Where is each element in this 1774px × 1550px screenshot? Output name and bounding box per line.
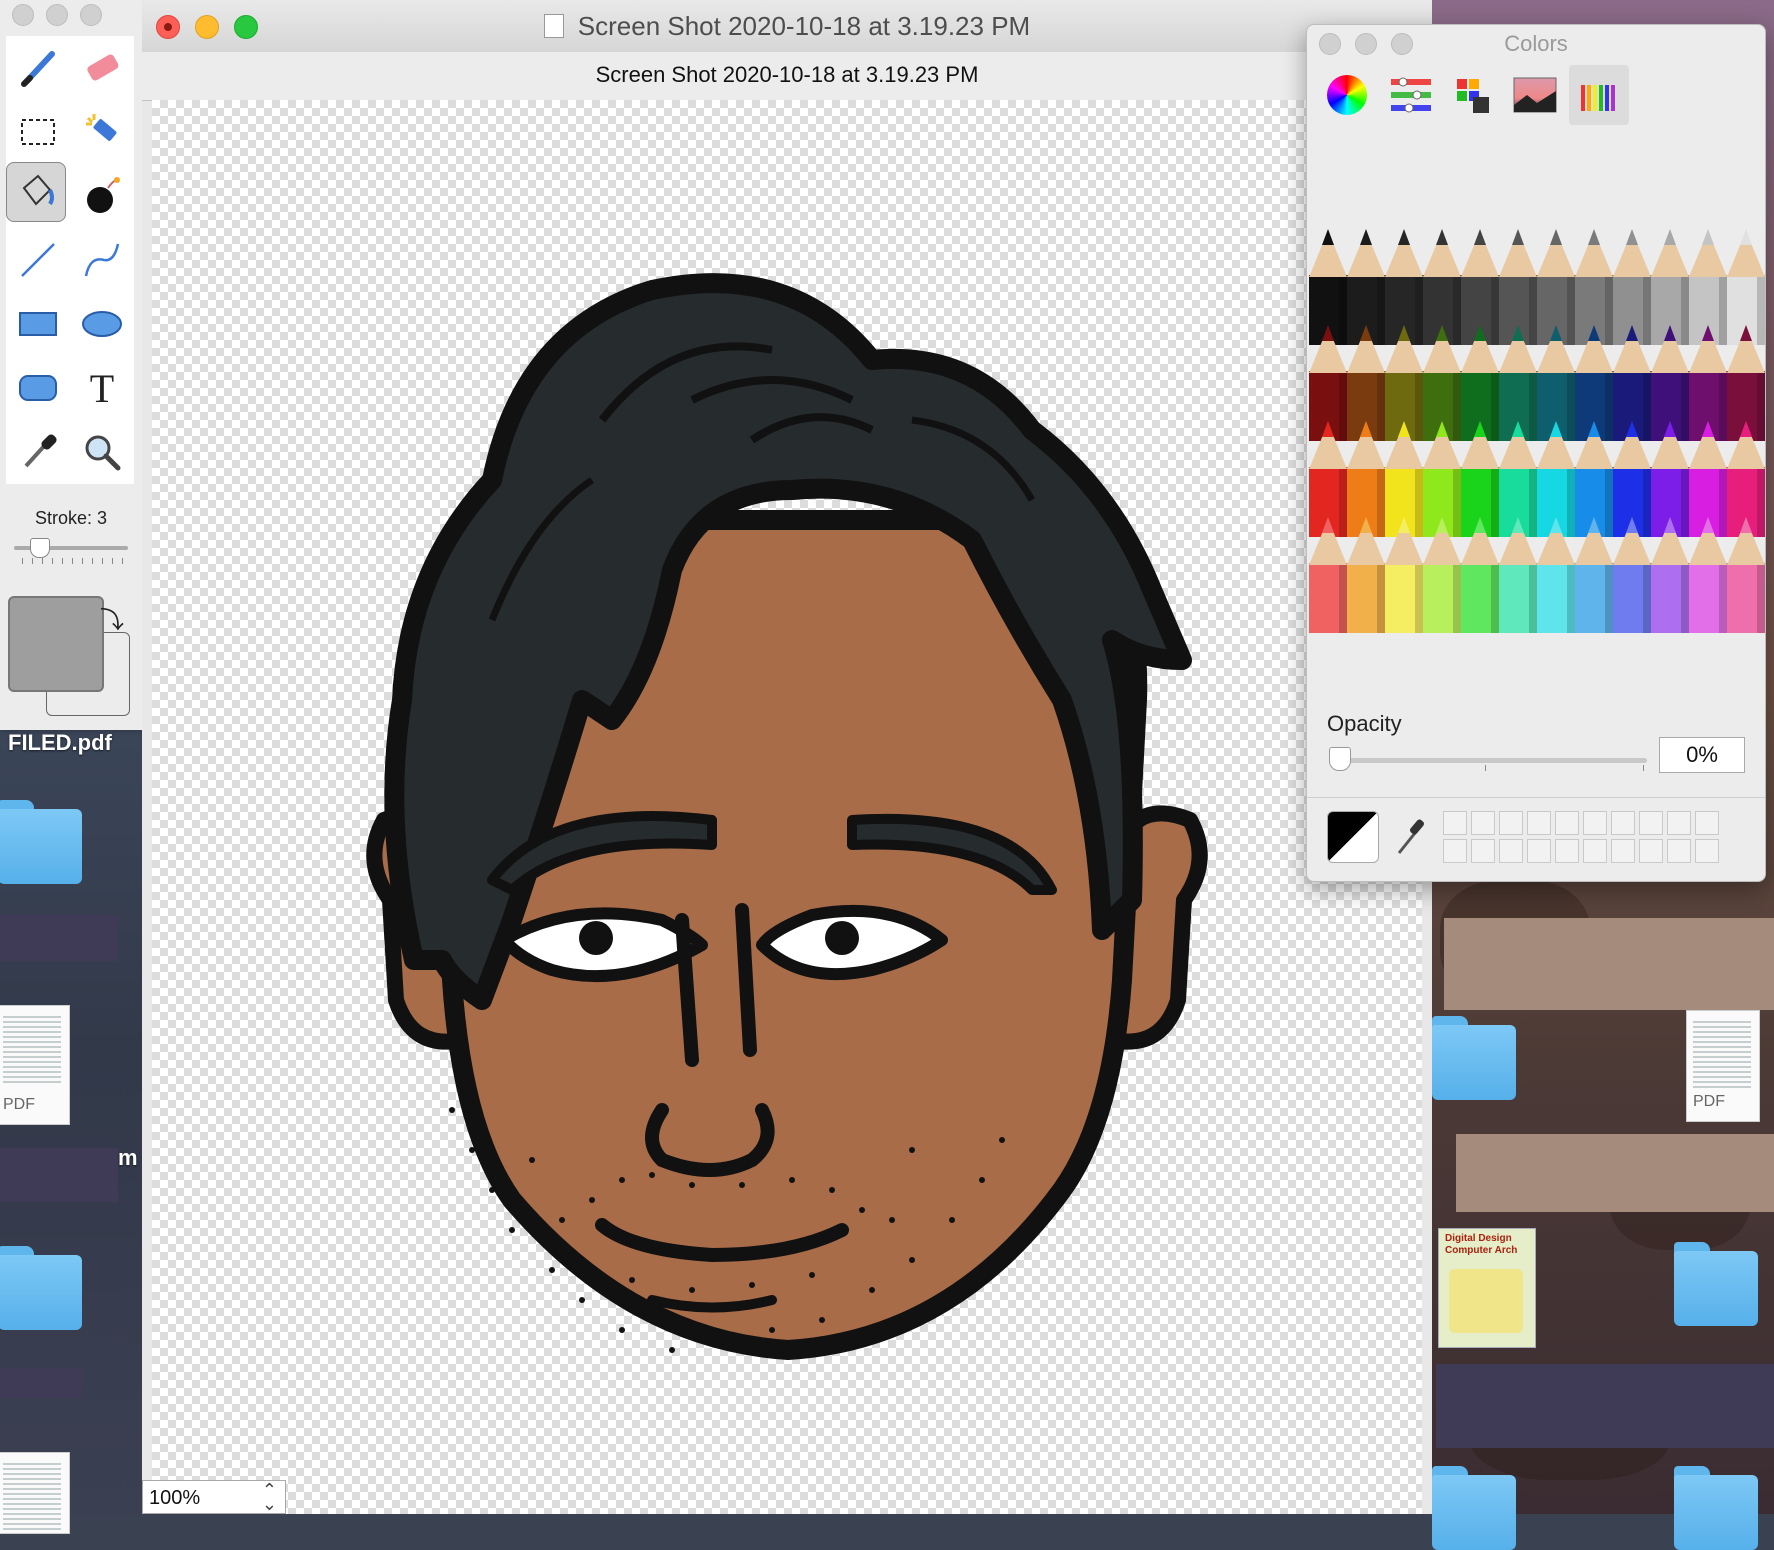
swatch-slot[interactable]	[1583, 839, 1607, 863]
pencils-tab-icon[interactable]	[1569, 65, 1629, 125]
desktop-pdf-icon[interactable]: PDF	[0, 1005, 70, 1125]
swatch-slot[interactable]	[1555, 811, 1579, 835]
swatch-slot[interactable]	[1695, 811, 1719, 835]
redacted-label	[0, 1148, 118, 1202]
document-window: Screen Shot 2020-10-18 at 3.19.23 PM Scr…	[142, 0, 1432, 1514]
swatch-slot[interactable]	[1471, 839, 1495, 863]
swatch-slot[interactable]	[1667, 811, 1691, 835]
tool-grid: T	[6, 36, 134, 484]
opacity-input[interactable]: 0%	[1659, 737, 1745, 773]
palette-zoom-button[interactable]	[80, 4, 102, 26]
bomb-icon[interactable]	[72, 166, 132, 226]
redacted-label	[0, 915, 118, 961]
image-palettes-tab-icon[interactable]	[1505, 65, 1565, 125]
divider	[1307, 797, 1765, 798]
palette-close-button[interactable]	[12, 4, 34, 26]
paint-bucket-icon[interactable]	[6, 162, 66, 222]
color-sliders-tab-icon[interactable]	[1381, 65, 1441, 125]
opacity-slider-track[interactable]	[1331, 758, 1647, 763]
avatar-drawing	[366, 273, 1208, 1360]
rectangle-icon[interactable]	[8, 294, 68, 354]
drawing-canvas[interactable]	[152, 100, 1422, 1514]
swatch-slot[interactable]	[1639, 839, 1663, 863]
stroke-label: Stroke: 3	[34, 508, 108, 528]
swatch-slot[interactable]	[1527, 839, 1551, 863]
swatch-slot[interactable]	[1443, 811, 1467, 835]
desktop-folder-icon[interactable]	[1674, 1242, 1758, 1326]
curve-icon[interactable]	[72, 230, 132, 290]
desktop-folder-icon[interactable]	[1674, 1466, 1758, 1550]
window-title: Screen Shot 2020-10-18 at 3.19.23 PM	[142, 11, 1432, 42]
swatch-slot[interactable]	[1695, 839, 1719, 863]
redacted-label	[1444, 918, 1774, 1010]
desktop-partial-text: m	[118, 1145, 138, 1170]
color-wheel-tab-icon[interactable]	[1317, 65, 1377, 125]
swatch-slot[interactable]	[1527, 811, 1551, 835]
document-bar: Screen Shot 2020-10-18 at 3.19.23 PM	[142, 52, 1432, 101]
desktop-file-label[interactable]: FILED.pdf	[8, 730, 112, 756]
rectangular-selection-icon[interactable]	[8, 102, 68, 162]
current-color-swatch[interactable]	[1327, 811, 1379, 863]
opacity-label: Opacity	[1327, 711, 1402, 736]
zoom-stepper-icon[interactable]: ⌃ ⌄	[262, 1481, 277, 1513]
fill-color-swatch[interactable]	[8, 596, 104, 692]
line-icon[interactable]	[8, 230, 68, 290]
swatch-slot[interactable]	[1555, 839, 1579, 863]
swatch-slot[interactable]	[1611, 811, 1635, 835]
swatch-slot[interactable]	[1443, 839, 1467, 863]
saved-swatches	[1443, 811, 1719, 863]
document-icon	[543, 14, 564, 38]
desktop-folder-icon[interactable]	[1432, 1466, 1516, 1550]
eyedropper-tool-icon[interactable]	[8, 422, 68, 482]
rounded-rectangle-icon[interactable]	[8, 358, 68, 418]
swatch-slot[interactable]	[1639, 811, 1663, 835]
swatch-slot[interactable]	[1499, 811, 1523, 835]
eyedropper-icon[interactable]	[1393, 817, 1427, 862]
opacity-slider-knob[interactable]	[1329, 747, 1351, 771]
swap-colors-icon[interactable]: ⤵	[100, 600, 124, 635]
swatch-slot[interactable]	[1499, 839, 1523, 863]
book-cover-icon[interactable]: Digital Design Computer Arch	[1438, 1228, 1536, 1348]
color-palettes-tab-icon[interactable]	[1443, 65, 1503, 125]
zoom-field[interactable]: 100% ⌃ ⌄	[142, 1480, 286, 1514]
oval-icon[interactable]	[72, 294, 132, 354]
desktop-folder-icon[interactable]	[0, 800, 82, 884]
swatch-slot[interactable]	[1583, 811, 1607, 835]
palette-minimize-button[interactable]	[46, 4, 68, 26]
brush-icon[interactable]	[8, 38, 68, 98]
zoom-value: 100%	[149, 1487, 201, 1509]
swatch-slot[interactable]	[1611, 839, 1635, 863]
desktop-pdf-icon[interactable]	[0, 1452, 70, 1534]
redacted-label	[1456, 1134, 1774, 1212]
colors-panel: Colors Opacity 0%	[1306, 24, 1766, 882]
desktop-folder-icon[interactable]	[0, 1246, 82, 1330]
swatch-slot[interactable]	[1471, 811, 1495, 835]
magic-wand-icon[interactable]	[72, 102, 132, 162]
text-tool-icon[interactable]: T	[72, 358, 132, 418]
tool-palette: T Stroke: 3 ⤵	[0, 0, 143, 730]
eraser-icon[interactable]	[72, 38, 132, 98]
pencil-grid	[1309, 229, 1765, 633]
document-subtitle: Screen Shot 2020-10-18 at 3.19.23 PM	[595, 62, 979, 87]
title-bar: Screen Shot 2020-10-18 at 3.19.23 PM	[142, 0, 1432, 53]
magnifier-icon[interactable]	[72, 422, 132, 482]
stroke-slider-knob[interactable]	[30, 538, 50, 558]
redacted-label	[1436, 1364, 1774, 1448]
redacted-label	[0, 1368, 82, 1398]
desktop-pdf-icon[interactable]: PDF	[1686, 1010, 1760, 1122]
swatch-slot[interactable]	[1667, 839, 1691, 863]
desktop-folder-icon[interactable]	[1432, 1016, 1516, 1100]
colors-panel-title: Colors	[1504, 31, 1568, 56]
